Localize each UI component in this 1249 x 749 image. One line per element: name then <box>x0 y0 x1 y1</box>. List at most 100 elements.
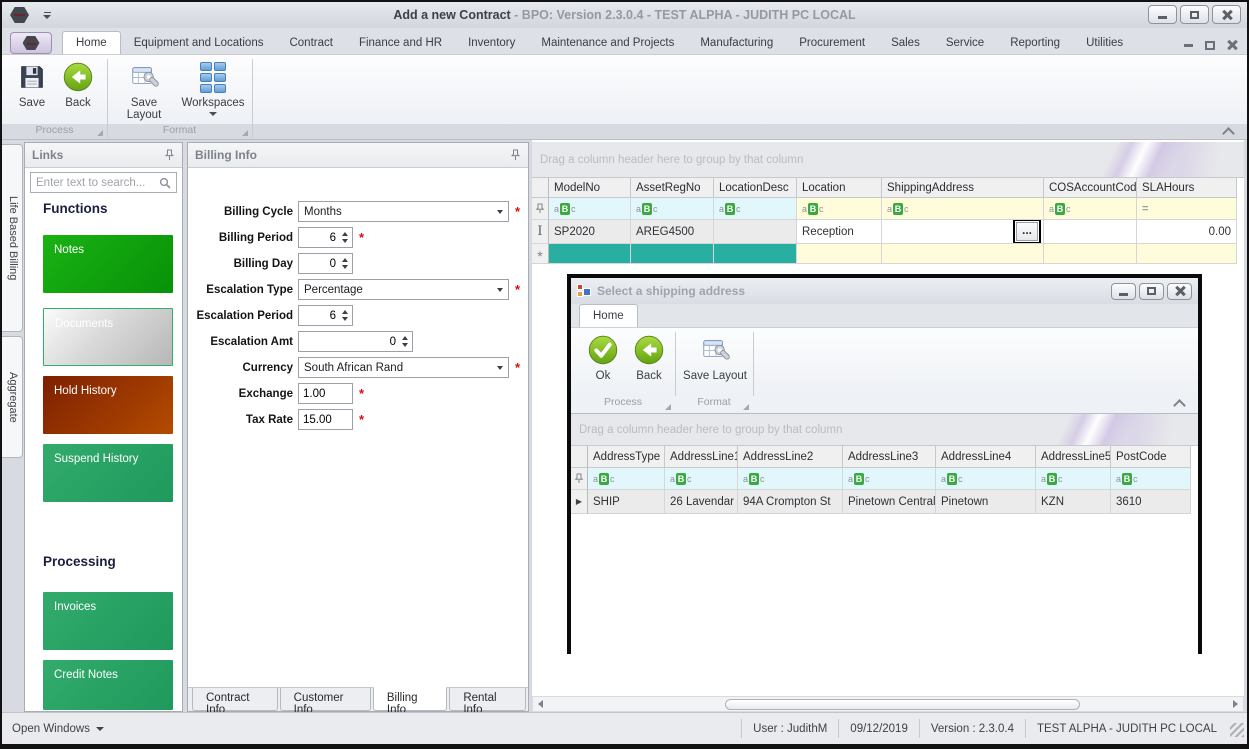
cell-locationdesc[interactable] <box>714 220 797 244</box>
abc-filter-icon[interactable]: aBc <box>941 472 963 485</box>
filter-cell-locationdesc[interactable]: aBc <box>714 198 797 220</box>
cell-addressline5[interactable]: KZN <box>1036 490 1111 514</box>
filter-cell-modelno[interactable]: aBc <box>549 198 631 220</box>
billing-cycle-select[interactable]: Months <box>298 201 509 222</box>
close-button[interactable] <box>1212 5 1241 24</box>
dialog-back-button[interactable]: Back <box>623 333 675 382</box>
ribbon-tab-maintenance-and-projects[interactable]: Maintenance and Projects <box>528 32 687 54</box>
ribbon-tab-manufacturing[interactable]: Manufacturing <box>687 32 786 54</box>
new-cell-cosaccountcode[interactable] <box>1044 244 1137 264</box>
tab-rental-info[interactable]: Rental Info <box>449 688 527 716</box>
abc-filter-icon[interactable]: aBc <box>1116 472 1138 485</box>
dialog-tab-home[interactable]: Home <box>579 304 638 327</box>
filter-cell-addressline5[interactable]: aBc <box>1036 468 1111 490</box>
filter-cell-location[interactable]: aBc <box>797 198 882 220</box>
new-cell-slahours[interactable] <box>1137 244 1237 264</box>
new-cell-modelno[interactable] <box>549 244 631 264</box>
abc-filter-icon[interactable]: aBc <box>743 472 765 485</box>
column-header-postcode[interactable]: PostCode <box>1111 446 1191 468</box>
column-header-modelno[interactable]: ModelNo <box>549 178 631 198</box>
resize-grip[interactable] <box>1230 723 1244 737</box>
quick-access-dropdown[interactable] <box>43 11 51 19</box>
tab-customer-info[interactable]: Customer Info <box>279 688 371 716</box>
abc-filter-icon[interactable]: aBc <box>636 202 658 215</box>
save-button[interactable]: Save <box>6 60 58 109</box>
ribbon-tab-equipment-and-locations[interactable]: Equipment and Locations <box>121 32 277 54</box>
tab-contract-info[interactable]: Contract Info <box>192 688 278 716</box>
side-tab-aggregate[interactable]: Aggregate <box>2 336 23 458</box>
column-header-shippingaddress[interactable]: ShippingAddress <box>882 178 1044 198</box>
abc-filter-icon[interactable]: aBc <box>887 202 909 215</box>
scroll-right-icon[interactable] <box>1228 697 1243 711</box>
column-header-location[interactable]: Location <box>797 178 882 198</box>
filter-cell-addressline4[interactable]: aBc <box>936 468 1036 490</box>
spin-down-icon[interactable] <box>341 265 348 269</box>
filter-cell-shippingaddress[interactable]: aBc <box>882 198 1044 220</box>
format-dialog-launcher-icon[interactable] <box>242 130 248 136</box>
spin-up-icon[interactable] <box>341 232 348 236</box>
cell-addressline4[interactable]: Pinetown <box>936 490 1036 514</box>
maximize-button[interactable] <box>1180 5 1209 24</box>
billing-period-input[interactable] <box>298 227 353 248</box>
ribbon-tab-home[interactable]: Home <box>62 31 121 54</box>
dialog-close-button[interactable] <box>1167 282 1192 300</box>
abc-filter-icon[interactable]: aBc <box>802 202 824 215</box>
column-header-addressline1[interactable]: AddressLine1 <box>665 446 738 468</box>
spin-down-icon[interactable] <box>401 343 408 347</box>
search-input[interactable] <box>36 176 159 189</box>
format-dialog-launcher-icon[interactable] <box>743 404 749 410</box>
save-layout-button[interactable]: Save Layout <box>114 60 174 121</box>
back-button[interactable]: Back <box>52 60 104 109</box>
cell-modelno[interactable]: SP2020 <box>549 220 631 244</box>
new-cell-location[interactable] <box>797 244 882 264</box>
column-header-addressline4[interactable]: AddressLine4 <box>936 446 1036 468</box>
collapse-ribbon-icon[interactable] <box>1174 398 1184 408</box>
cell-addressline3[interactable]: Pinetown Central <box>843 490 936 514</box>
pin-icon[interactable] <box>510 149 521 161</box>
abc-filter-icon[interactable]: aBc <box>1041 472 1063 485</box>
suspend-history-button[interactable]: Suspend History <box>43 444 173 502</box>
cell-cosaccountcode[interactable] <box>1044 220 1137 244</box>
ribbon-tab-contract[interactable]: Contract <box>276 32 345 54</box>
cell-shippingaddress[interactable]: ... <box>882 220 1044 244</box>
ribbon-tab-reporting[interactable]: Reporting <box>997 32 1073 54</box>
abc-filter-icon[interactable]: aBc <box>848 472 870 485</box>
filter-cell-addressline3[interactable]: aBc <box>843 468 936 490</box>
spin-up-icon[interactable] <box>341 310 348 314</box>
search-icon[interactable] <box>159 177 171 189</box>
spin-down-icon[interactable] <box>341 239 348 243</box>
mdi-restore-icon[interactable] <box>1205 37 1222 50</box>
cell-addressline2[interactable]: 94A Crompton St <box>738 490 843 514</box>
new-row[interactable]: * <box>532 244 1244 264</box>
column-header-addresstype[interactable]: AddressType <box>588 446 665 468</box>
ribbon-tab-finance-and-hr[interactable]: Finance and HR <box>346 32 455 54</box>
filter-cell-assetregno[interactable]: aBc <box>631 198 714 220</box>
process-dialog-launcher-icon[interactable] <box>97 130 103 136</box>
column-header-locationdesc[interactable]: LocationDesc <box>714 178 797 198</box>
filter-cell-slahours[interactable]: = <box>1137 198 1237 220</box>
ok-button[interactable]: Ok <box>577 333 629 382</box>
content-horizontal-scrollbar[interactable] <box>532 696 1244 712</box>
currency-select[interactable]: South African Rand <box>298 357 509 378</box>
column-header-assetregno[interactable]: AssetRegNo <box>631 178 714 198</box>
process-dialog-launcher-icon[interactable] <box>665 404 671 410</box>
abc-filter-icon[interactable]: aBc <box>593 472 615 485</box>
exchange-input[interactable] <box>298 383 353 404</box>
notes-button[interactable]: Notes <box>43 235 173 293</box>
mdi-close-icon[interactable] <box>1227 40 1237 50</box>
address-row[interactable]: ▶ SHIP 26 Lavendar 94A Crompton St Pinet… <box>571 490 1198 514</box>
equals-filter-icon[interactable]: = <box>1142 203 1148 215</box>
column-header-addressline5[interactable]: AddressLine5 <box>1036 446 1111 468</box>
ribbon-tab-service[interactable]: Service <box>933 32 997 54</box>
filter-cell-cosaccountcode[interactable]: aBc <box>1044 198 1137 220</box>
filter-cell-addressline1[interactable]: aBc <box>665 468 738 490</box>
group-by-bar[interactable]: Drag a column header here to group by th… <box>532 142 1244 178</box>
ribbon-tab-inventory[interactable]: Inventory <box>455 32 528 54</box>
open-windows-dropdown[interactable]: Open Windows <box>2 723 114 735</box>
cell-location[interactable]: Reception <box>797 220 882 244</box>
tab-billing-info[interactable]: Billing Info <box>372 687 448 716</box>
collapse-ribbon-icon[interactable] <box>1223 126 1233 136</box>
ribbon-tab-procurement[interactable]: Procurement <box>786 32 878 54</box>
filter-cell-addresstype[interactable]: aBc <box>588 468 665 490</box>
shipping-address-ellipsis-button[interactable]: ... <box>1013 220 1041 243</box>
